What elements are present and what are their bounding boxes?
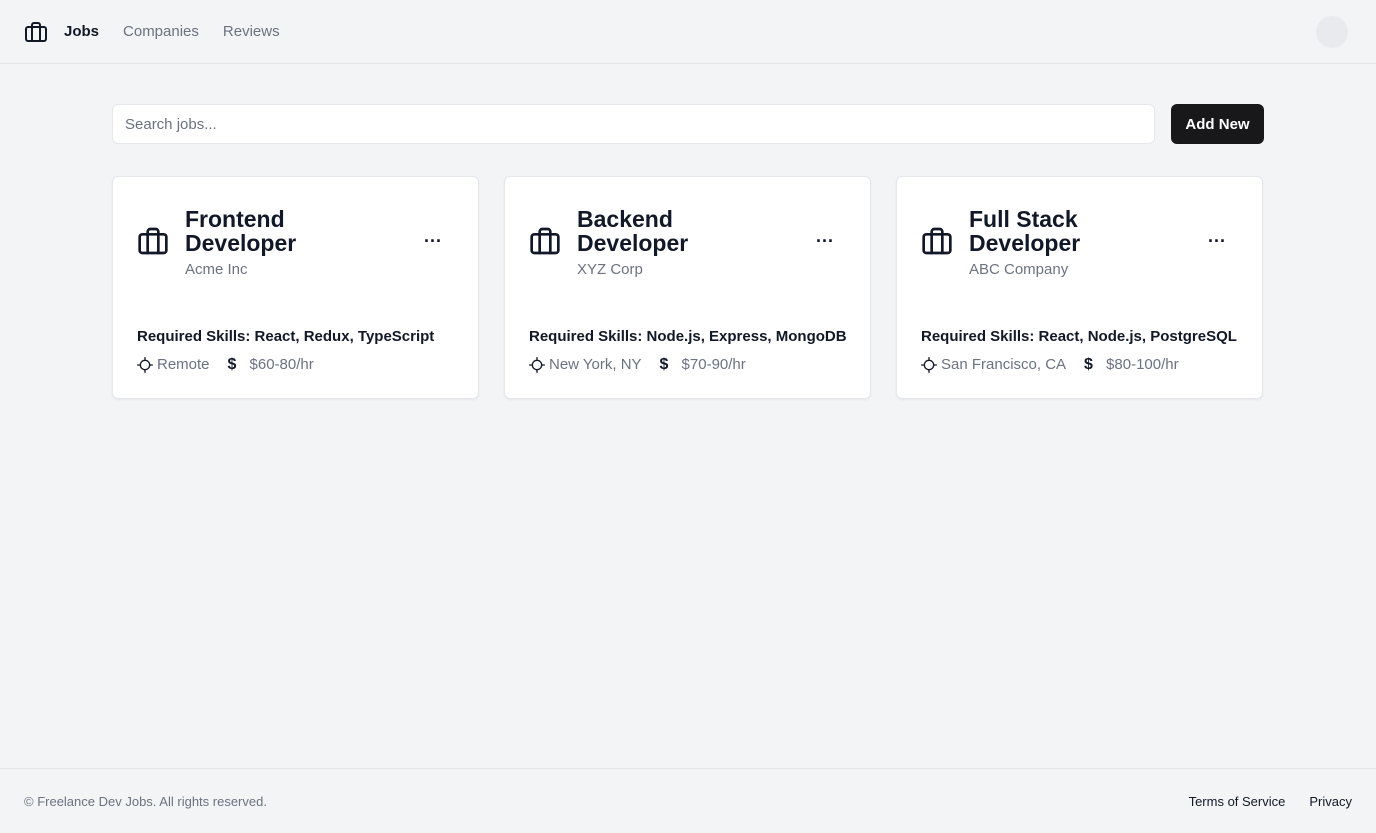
location: Remote <box>137 355 210 375</box>
privacy-link[interactable]: Privacy <box>1309 794 1352 809</box>
add-new-button[interactable]: Add New <box>1171 104 1264 144</box>
job-title: Frontend Developer <box>185 206 297 256</box>
job-card-header: Backend Developer XYZ Corp <box>529 207 849 279</box>
rate: $ $80-100/hr <box>1084 355 1179 375</box>
location-crosshair-icon <box>529 357 545 373</box>
job-title: Backend Developer <box>577 206 689 256</box>
location-label: New York, NY <box>549 356 642 373</box>
location-label: Remote <box>157 356 210 373</box>
rate: $ $60-80/hr <box>228 355 314 375</box>
nav-link-jobs[interactable]: Jobs <box>64 22 99 42</box>
job-card-header: Full Stack Developer ABC Company <box>921 207 1241 279</box>
briefcase-icon[interactable] <box>24 20 48 44</box>
location: New York, NY <box>529 355 642 375</box>
company-name: ABC Company <box>969 261 1069 278</box>
job-card[interactable]: Frontend Developer Acme Inc ... Required… <box>112 176 479 399</box>
job-card[interactable]: Full Stack Developer ABC Company ... Req… <box>896 176 1263 399</box>
user-avatar[interactable] <box>1316 16 1348 48</box>
required-skills: Required Skills: React, Node.js, Postgre… <box>921 328 1237 345</box>
more-options-button[interactable]: ... <box>816 227 834 245</box>
job-meta: Remote $ $60-80/hr <box>137 355 332 375</box>
company-name: XYZ Corp <box>577 261 643 278</box>
required-skills: Required Skills: React, Redux, TypeScrip… <box>137 328 435 345</box>
briefcase-icon <box>529 225 561 257</box>
more-options-button[interactable]: ... <box>424 227 442 245</box>
location-crosshair-icon <box>137 357 153 373</box>
dollar-icon: $ <box>227 356 237 373</box>
briefcase-icon <box>137 225 169 257</box>
dollar-icon: $ <box>659 356 669 373</box>
location-crosshair-icon <box>921 357 937 373</box>
required-skills: Required Skills: Node.js, Express, Mongo… <box>529 328 847 345</box>
job-meta: New York, NY $ $70-90/hr <box>529 355 764 375</box>
rate: $ $70-90/hr <box>660 355 746 375</box>
search-input[interactable] <box>112 104 1155 144</box>
search-row: Add New <box>112 104 1264 144</box>
dollar-icon: $ <box>1084 356 1093 373</box>
nav-link-companies[interactable]: Companies <box>123 22 199 42</box>
more-options-button[interactable]: ... <box>1208 227 1226 245</box>
page: Jobs Companies Reviews Add New Frontend … <box>0 0 1376 833</box>
job-title: Full Stack Developer <box>969 206 1081 256</box>
briefcase-icon <box>921 225 953 257</box>
rate-label: $60-80/hr <box>249 356 314 373</box>
rate-label: $70-90/hr <box>681 356 746 373</box>
top-navigation: Jobs Companies Reviews <box>0 0 1376 64</box>
job-card-header: Frontend Developer Acme Inc <box>137 207 457 279</box>
job-meta: San Francisco, CA $ $80-100/hr <box>921 355 1197 375</box>
footer: © Freelance Dev Jobs. All rights reserve… <box>0 768 1376 833</box>
rate-label: $80-100/hr <box>1106 356 1179 373</box>
copyright-text: © Freelance Dev Jobs. All rights reserve… <box>24 793 267 809</box>
nav-link-reviews[interactable]: Reviews <box>223 22 280 42</box>
job-card[interactable]: Backend Developer XYZ Corp ... Required … <box>504 176 871 399</box>
job-card-list: Frontend Developer Acme Inc ... Required… <box>112 176 1264 399</box>
company-name: Acme Inc <box>185 261 248 278</box>
location: San Francisco, CA <box>921 355 1066 375</box>
footer-links: Terms of Service Privacy <box>1189 794 1352 809</box>
location-label: San Francisco, CA <box>941 356 1067 373</box>
terms-of-service-link[interactable]: Terms of Service <box>1189 794 1286 809</box>
